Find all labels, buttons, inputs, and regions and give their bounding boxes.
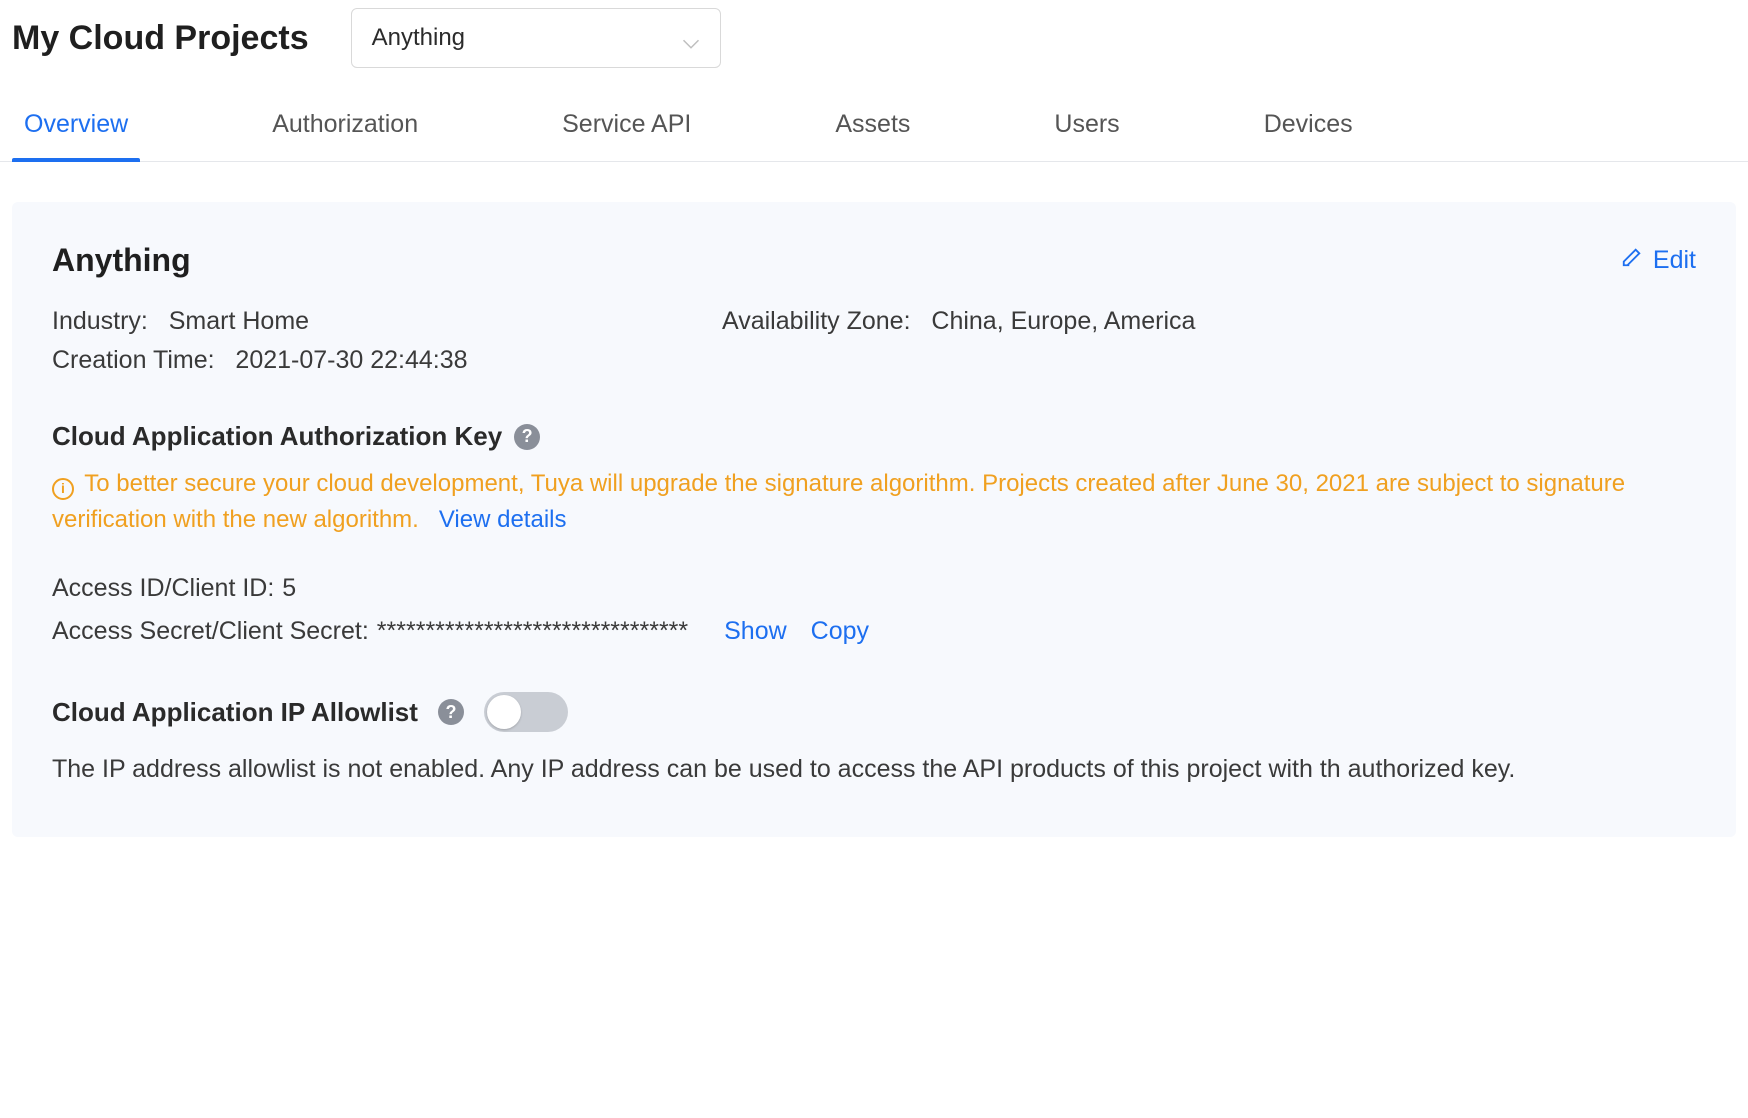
industry-row: Industry: Smart Home — [52, 307, 722, 336]
access-secret-row: Access Secret/Client Secret: ***********… — [52, 617, 1696, 646]
edit-icon — [1621, 246, 1643, 275]
info-icon: i — [52, 478, 74, 500]
edit-label: Edit — [1653, 246, 1696, 275]
allowlist-description: The IP address allowlist is not enabled.… — [52, 750, 1696, 789]
help-icon[interactable]: ? — [514, 424, 540, 450]
auth-key-title: Cloud Application Authorization Key — [52, 421, 502, 452]
availability-value: China, Europe, America — [931, 307, 1195, 335]
tab-overview[interactable]: Overview — [12, 92, 140, 161]
access-secret-value: ******************************** — [377, 617, 688, 646]
allowlist-toggle[interactable] — [484, 692, 568, 732]
page-title: My Cloud Projects — [12, 19, 309, 58]
creation-value: 2021-07-30 22:44:38 — [235, 346, 467, 374]
availability-row: Availability Zone: China, Europe, Americ… — [722, 307, 1696, 336]
access-id-row: Access ID/Client ID: 5 — [52, 574, 1696, 603]
copy-secret-link[interactable]: Copy — [811, 617, 869, 646]
availability-label: Availability Zone: — [722, 307, 911, 335]
tab-authorization[interactable]: Authorization — [260, 92, 430, 161]
view-details-link[interactable]: View details — [439, 506, 567, 533]
industry-label: Industry: — [52, 307, 148, 335]
tab-users[interactable]: Users — [1042, 92, 1131, 161]
tab-assets[interactable]: Assets — [823, 92, 922, 161]
allowlist-title: Cloud Application IP Allowlist — [52, 697, 418, 728]
chevron-down-icon — [682, 29, 700, 47]
edit-button[interactable]: Edit — [1621, 246, 1696, 275]
creation-row: Creation Time: 2021-07-30 22:44:38 — [52, 346, 722, 375]
industry-value: Smart Home — [169, 307, 309, 335]
tab-devices[interactable]: Devices — [1252, 92, 1365, 161]
access-id-label: Access ID/Client ID: — [52, 574, 274, 603]
access-secret-label: Access Secret/Client Secret: — [52, 617, 369, 646]
help-icon[interactable]: ? — [438, 699, 464, 725]
signature-notice: i To better secure your cloud developmen… — [52, 466, 1696, 538]
tab-service-api[interactable]: Service API — [550, 92, 703, 161]
access-id-value: 5 — [282, 574, 296, 603]
overview-panel: Anything Edit Industry: Smart Home Avail… — [12, 202, 1736, 837]
creation-label: Creation Time: — [52, 346, 215, 374]
tabs: Overview Authorization Service API Asset… — [0, 92, 1748, 162]
project-select-value: Anything — [372, 24, 465, 52]
show-secret-link[interactable]: Show — [724, 617, 787, 646]
project-name: Anything — [52, 242, 191, 279]
project-select[interactable]: Anything — [351, 8, 721, 68]
notice-text: To better secure your cloud development,… — [52, 470, 1625, 533]
